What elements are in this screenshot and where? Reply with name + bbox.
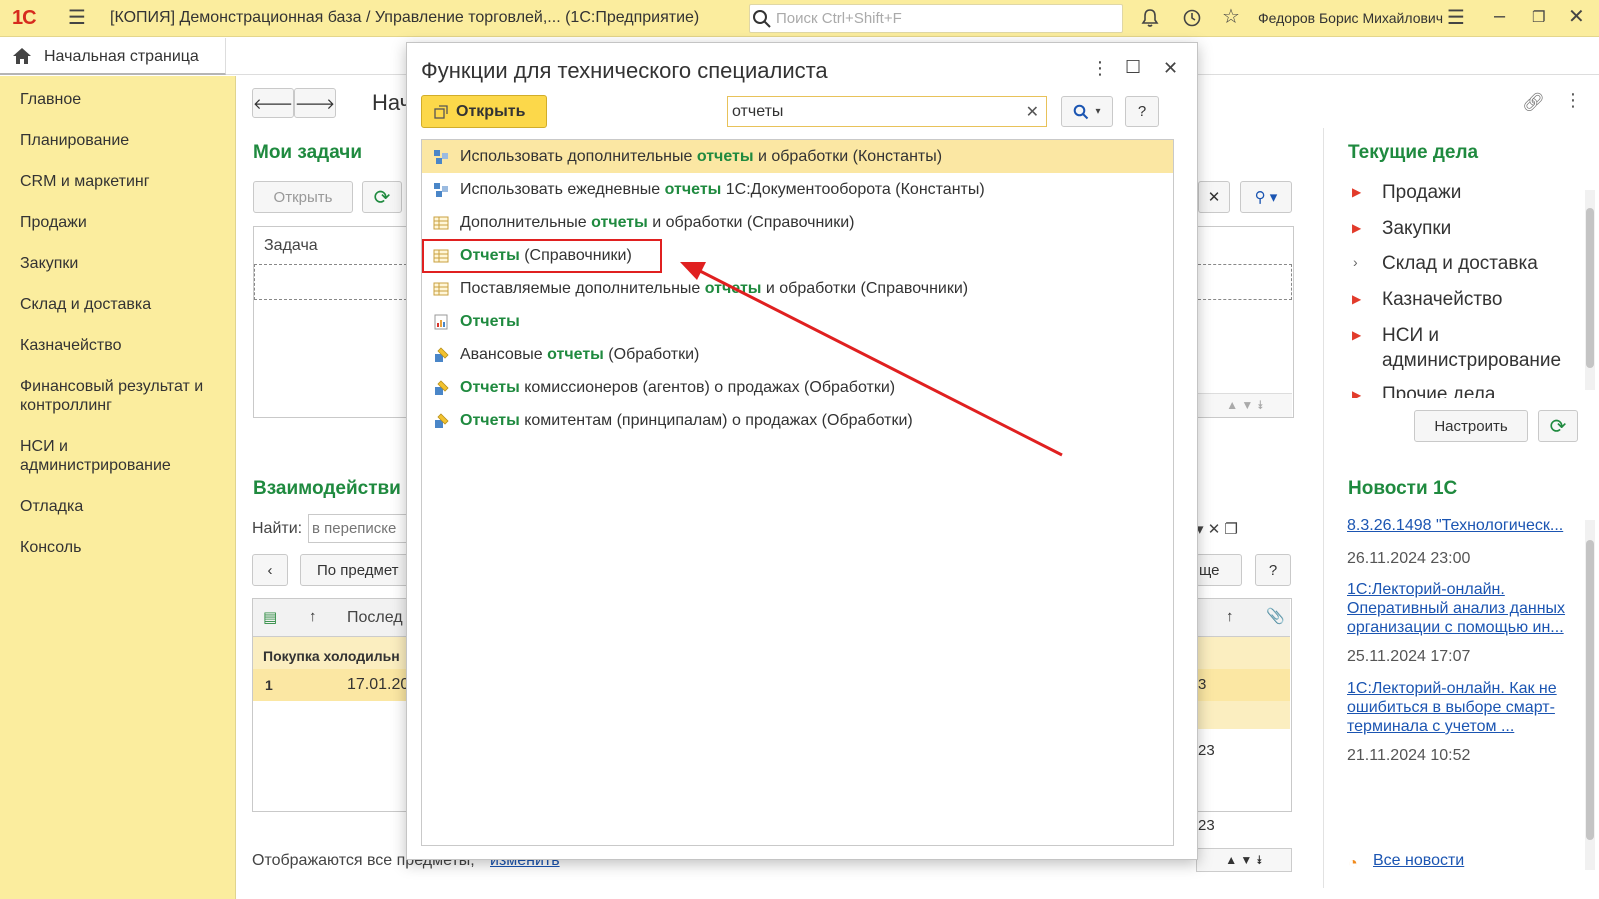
annotation-arrow bbox=[680, 262, 1063, 457]
